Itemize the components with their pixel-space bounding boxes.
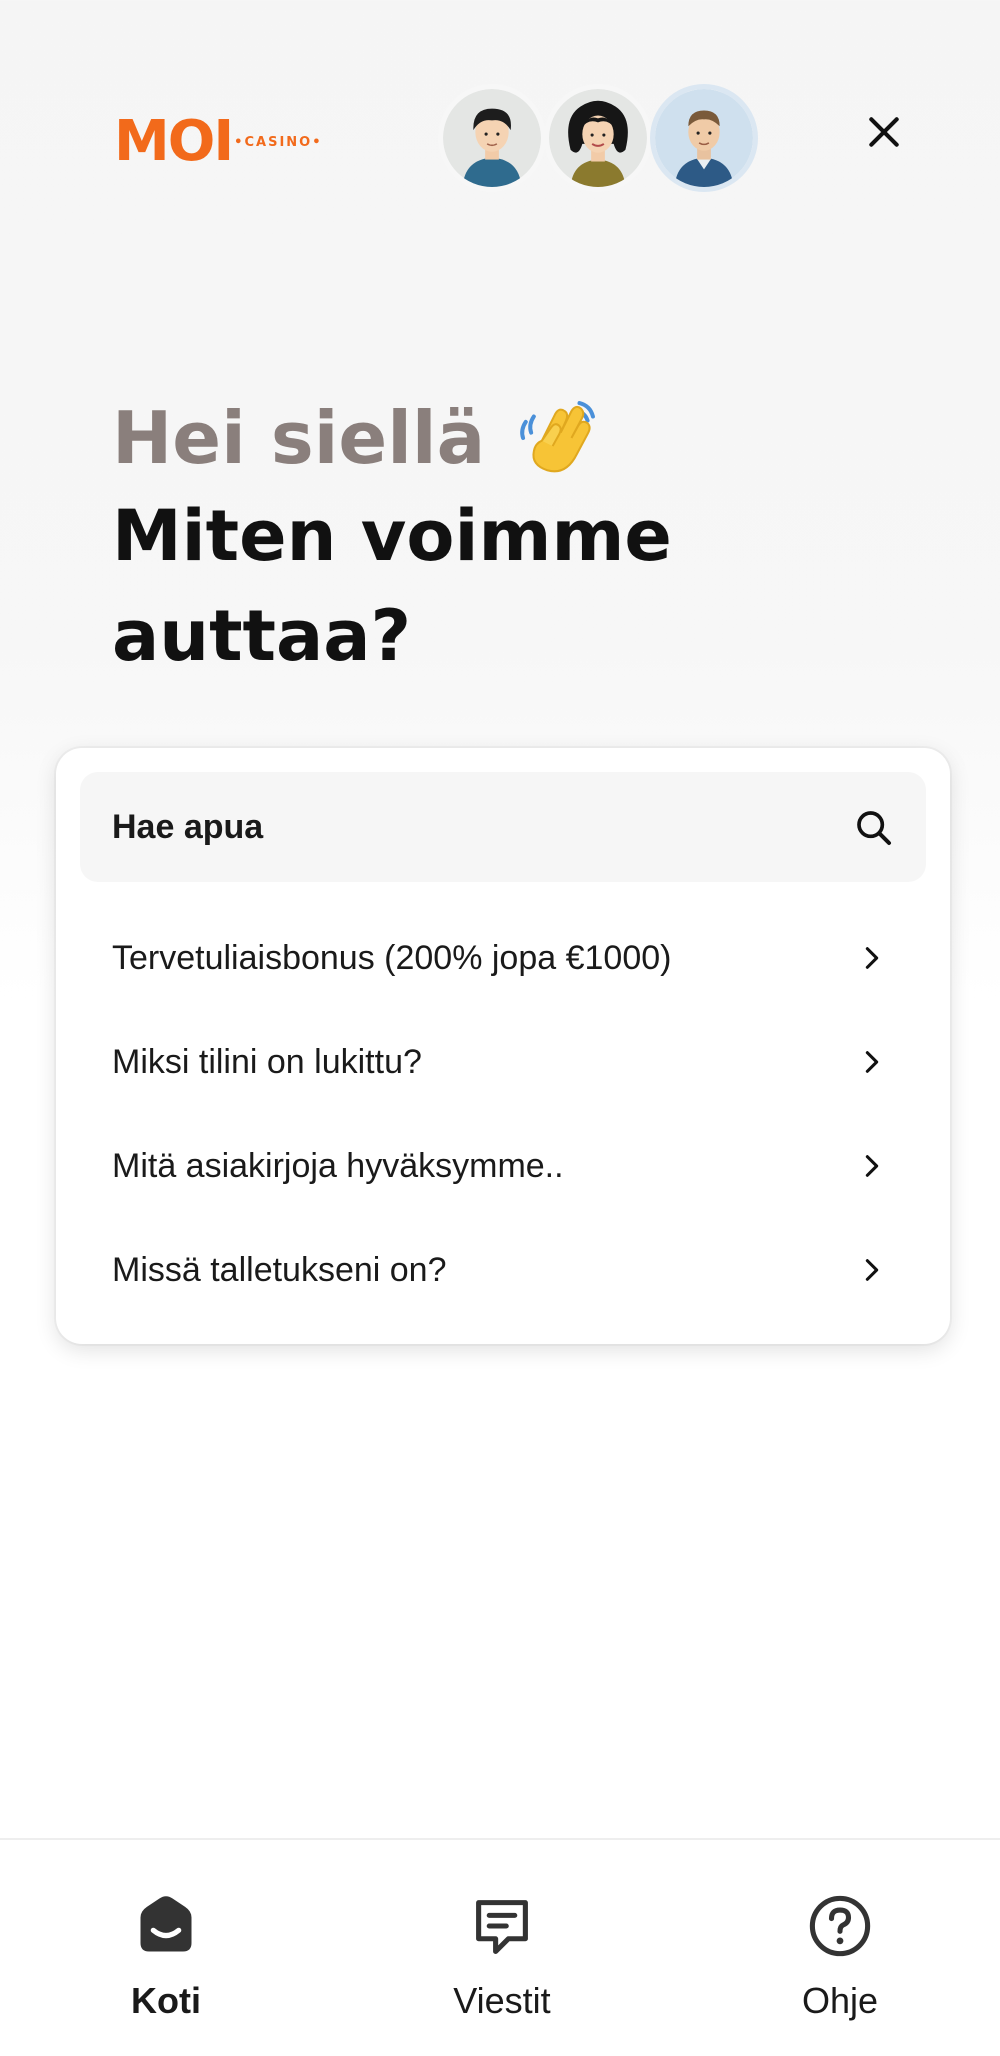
avatar [544, 84, 652, 192]
greeting: Hei siellä Miten voimme auttaa? [112, 390, 912, 686]
list-item-label: Mitä asiakirjoja hyväksymme.. [112, 1147, 564, 1185]
tab-messages-label: Viestit [453, 1980, 551, 2021]
brand-logo: MOI •CASINO• [114, 112, 323, 172]
support-agent-2-icon [549, 89, 647, 187]
support-agent-1-icon [443, 89, 541, 187]
help-item-welcome-bonus[interactable]: Tervetuliaisbonus (200% jopa €1000) [56, 906, 950, 1010]
header: MOI •CASINO• [0, 0, 1000, 270]
help-icon [809, 1895, 871, 1957]
tab-messages[interactable]: Viestit [402, 1840, 602, 2056]
close-icon [869, 117, 899, 147]
chevron-right-icon [865, 1051, 879, 1073]
close-button[interactable] [858, 106, 910, 158]
home-icon [140, 1896, 192, 1952]
support-avatars [438, 84, 758, 192]
greeting-question: Miten voimme auttaa? [112, 495, 672, 677]
chevron-right-icon [865, 947, 879, 969]
search-icon [857, 811, 891, 845]
search-input[interactable]: Hae apua [80, 772, 926, 882]
messages-icon [476, 1900, 528, 1955]
waving-hand-icon [520, 401, 596, 473]
avatar [650, 84, 758, 192]
tab-home[interactable]: Koti [66, 1840, 266, 2056]
help-item-account-locked[interactable]: Miksi tilini on lukittu? [56, 1010, 950, 1114]
avatar [438, 84, 546, 192]
tab-home-label: Koti [131, 1980, 201, 2021]
help-item-documents[interactable]: Mitä asiakirjoja hyväksymme.. [56, 1114, 950, 1218]
search-label: Hae apua [112, 808, 264, 846]
help-card: Hae apua Tervetuliaisbonus (200% jopa €1… [56, 748, 950, 1344]
list-item-label: Tervetuliaisbonus (200% jopa €1000) [112, 939, 672, 977]
list-item-label: Miksi tilini on lukittu? [112, 1043, 422, 1081]
list-item-label: Missä talletukseni on? [112, 1251, 447, 1289]
logo-sub-text: •CASINO• [234, 134, 323, 150]
tab-help-label: Ohje [801, 1980, 879, 2021]
greeting-hello: Hei siellä [112, 390, 912, 486]
greeting-hello-text: Hei siellä [112, 396, 486, 480]
tab-help[interactable]: Ohje [740, 1840, 940, 2056]
help-item-deposit[interactable]: Missä talletukseni on? [56, 1218, 950, 1322]
logo-main-text: MOI [114, 109, 234, 174]
bottom-nav: Koti Viestit Ohje [0, 1838, 1000, 2056]
chevron-right-icon [865, 1155, 879, 1177]
support-agent-3-icon [655, 89, 753, 187]
chevron-right-icon [865, 1259, 879, 1281]
